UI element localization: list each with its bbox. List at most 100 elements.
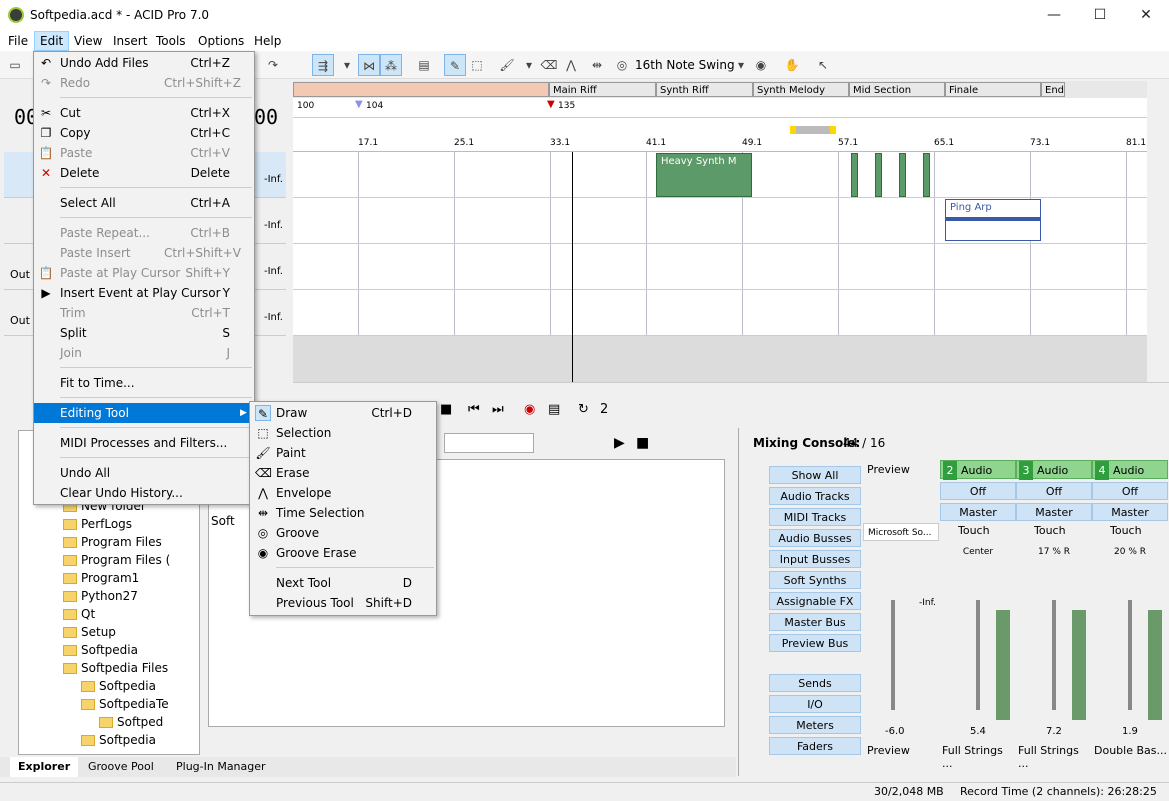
tool-item-next-tool[interactable]: Next Tool D: [250, 573, 436, 593]
menu-item-trim[interactable]: Trim Ctrl+T: [34, 303, 254, 323]
track-horizontal-scrollbar[interactable]: [293, 382, 1169, 396]
menu-item-insert-event-at-play-cursor[interactable]: ▶ Insert Event at Play Cursor Y: [34, 283, 254, 303]
track-view[interactable]: Heavy Synth M Ping Arp: [293, 152, 1147, 382]
menu-item-undo-add-files[interactable]: ↶ Undo Add Files Ctrl+Z: [34, 53, 254, 73]
menu-item-paste-repeat[interactable]: Paste Repeat... Ctrl+B: [34, 223, 254, 243]
event-clip[interactable]: [899, 153, 906, 197]
tool-item-paint[interactable]: 🖌 Paint: [250, 443, 436, 463]
go-to-end-icon[interactable]: ⏭: [492, 402, 504, 417]
time-selection-tool-icon[interactable]: ⇹: [586, 54, 608, 76]
whats-this-icon[interactable]: ↖: [812, 54, 834, 76]
maximize-icon[interactable]: ☐: [1077, 0, 1123, 31]
faders-button[interactable]: Faders: [769, 737, 861, 755]
tab-plugin-manager[interactable]: Plug-In Manager: [168, 757, 274, 777]
input-off-button[interactable]: Off: [1016, 482, 1092, 500]
preview-bus-button[interactable]: Preview Bus: [769, 634, 861, 652]
new-file-icon[interactable]: ▭: [4, 54, 26, 76]
tree-folder[interactable]: Setup: [19, 623, 199, 641]
event-heavy-synth[interactable]: Heavy Synth M: [656, 153, 752, 197]
minimize-icon[interactable]: —: [1031, 0, 1077, 31]
channel-header[interactable]: 2 Audio: [940, 460, 1016, 480]
play-preview-icon[interactable]: ▶: [614, 435, 625, 451]
channel-fader[interactable]: [976, 600, 980, 710]
audio-busses-button[interactable]: Audio Busses: [769, 529, 861, 547]
tree-folder[interactable]: Qt: [19, 605, 199, 623]
tool-item-selection[interactable]: ⬚ Selection: [250, 423, 436, 443]
metronome-icon[interactable]: ▤: [548, 402, 560, 417]
tool-item-erase[interactable]: ⌫ Erase: [250, 463, 436, 483]
marker-finale[interactable]: Finale: [945, 82, 1041, 97]
marker-synth-riff[interactable]: Synth Riff: [656, 82, 753, 97]
grid-snap-icon[interactable]: ⁂: [380, 54, 402, 76]
properties-icon[interactable]: ▤: [413, 54, 435, 76]
input-off-button[interactable]: Off: [940, 482, 1016, 500]
tree-folder[interactable]: Program Files (: [19, 551, 199, 569]
marker-synth-melody[interactable]: Synth Melody: [753, 82, 849, 97]
output-master-button[interactable]: Master: [1092, 503, 1168, 521]
loop-icon[interactable]: ↻: [578, 402, 589, 417]
event-clip[interactable]: [851, 153, 858, 197]
marker-mid-section[interactable]: Mid Section: [849, 82, 945, 97]
menu-item-delete[interactable]: ✕ Delete Delete: [34, 163, 254, 183]
menu-tools[interactable]: Tools: [151, 31, 191, 51]
marker-main-riff[interactable]: Main Riff: [549, 82, 656, 97]
groove-erase-tool-icon[interactable]: ◉: [750, 54, 772, 76]
tree-folder[interactable]: Program Files: [19, 533, 199, 551]
tool-item-envelope[interactable]: ⋀ Envelope: [250, 483, 436, 503]
menu-item-fit-to-time[interactable]: Fit to Time...: [34, 373, 254, 393]
menu-item-cut[interactable]: ✂ Cut Ctrl+X: [34, 103, 254, 123]
tempo-marker-icon[interactable]: ▼: [355, 99, 363, 110]
menu-item-select-all[interactable]: Select All Ctrl+A: [34, 193, 254, 213]
tree-folder[interactable]: PerfLogs: [19, 515, 199, 533]
file-item[interactable]: Soft: [211, 514, 235, 528]
ripple-dropdown-icon[interactable]: ▾: [336, 54, 358, 76]
go-to-start-icon[interactable]: ⏮: [468, 402, 480, 417]
tree-folder[interactable]: Python27: [19, 587, 199, 605]
channel-header[interactable]: 4 Audio: [1092, 460, 1168, 480]
menu-item-join[interactable]: Join J: [34, 343, 254, 363]
menu-insert[interactable]: Insert: [108, 31, 152, 51]
tab-explorer[interactable]: Explorer: [10, 757, 79, 777]
preview-device[interactable]: Microsoft So...: [863, 523, 939, 541]
menu-item-redo[interactable]: ↷ Redo Ctrl+Shift+Z: [34, 73, 254, 93]
menu-item-midi-processes-and-filters[interactable]: MIDI Processes and Filters...: [34, 433, 254, 453]
soft-synths-button[interactable]: Soft Synths: [769, 571, 861, 589]
tool-item-previous-tool[interactable]: Previous Tool Shift+D: [250, 593, 436, 613]
tempo-marker-icon[interactable]: ▼: [547, 99, 555, 110]
stop-icon[interactable]: ■: [440, 402, 452, 417]
sends-button[interactable]: Sends: [769, 674, 861, 692]
io-button[interactable]: I/O: [769, 695, 861, 713]
tree-folder[interactable]: Softpedia: [19, 731, 199, 749]
snap-icon[interactable]: ⋈: [358, 54, 380, 76]
output-master-button[interactable]: Master: [940, 503, 1016, 521]
channel-fader[interactable]: [1128, 600, 1132, 710]
tree-folder[interactable]: Softped: [19, 713, 199, 731]
loop-region[interactable]: [790, 126, 836, 134]
input-busses-button[interactable]: Input Busses: [769, 550, 861, 568]
tree-folder[interactable]: Program1: [19, 569, 199, 587]
track-vertical-scrollbar[interactable]: [1147, 152, 1169, 382]
marker-end[interactable]: End: [1041, 82, 1065, 97]
swing-dropdown-icon[interactable]: ▾: [730, 54, 752, 76]
menu-edit[interactable]: Edit: [34, 31, 70, 51]
menu-view[interactable]: View: [69, 31, 107, 51]
menu-item-split[interactable]: Split S: [34, 323, 254, 343]
record-icon[interactable]: ◉: [524, 402, 535, 417]
menu-help[interactable]: Help: [249, 31, 286, 51]
input-off-button[interactable]: Off: [1092, 482, 1168, 500]
count-in-icon[interactable]: 2: [600, 402, 608, 417]
tree-folder[interactable]: Softpedia: [19, 677, 199, 695]
track-lane[interactable]: [293, 244, 1147, 290]
menu-item-paste[interactable]: 📋 Paste Ctrl+V: [34, 143, 254, 163]
draw-tool-icon[interactable]: ✎: [444, 54, 466, 76]
menu-item-paste-insert[interactable]: Paste Insert Ctrl+Shift+V: [34, 243, 254, 263]
paint-dropdown-icon[interactable]: ▾: [518, 54, 540, 76]
menu-item-clear-undo-history[interactable]: Clear Undo History...: [34, 483, 254, 503]
groove-tool-icon[interactable]: ◎: [611, 54, 633, 76]
show-all-button[interactable]: Show All: [769, 466, 861, 484]
tool-item-groove[interactable]: ◎ Groove: [250, 523, 436, 543]
meters-button[interactable]: Meters: [769, 716, 861, 734]
event-ping-arp[interactable]: Ping Arp: [945, 199, 1041, 241]
stop-preview-icon[interactable]: ■: [636, 435, 649, 451]
marker-intro[interactable]: [293, 82, 549, 97]
